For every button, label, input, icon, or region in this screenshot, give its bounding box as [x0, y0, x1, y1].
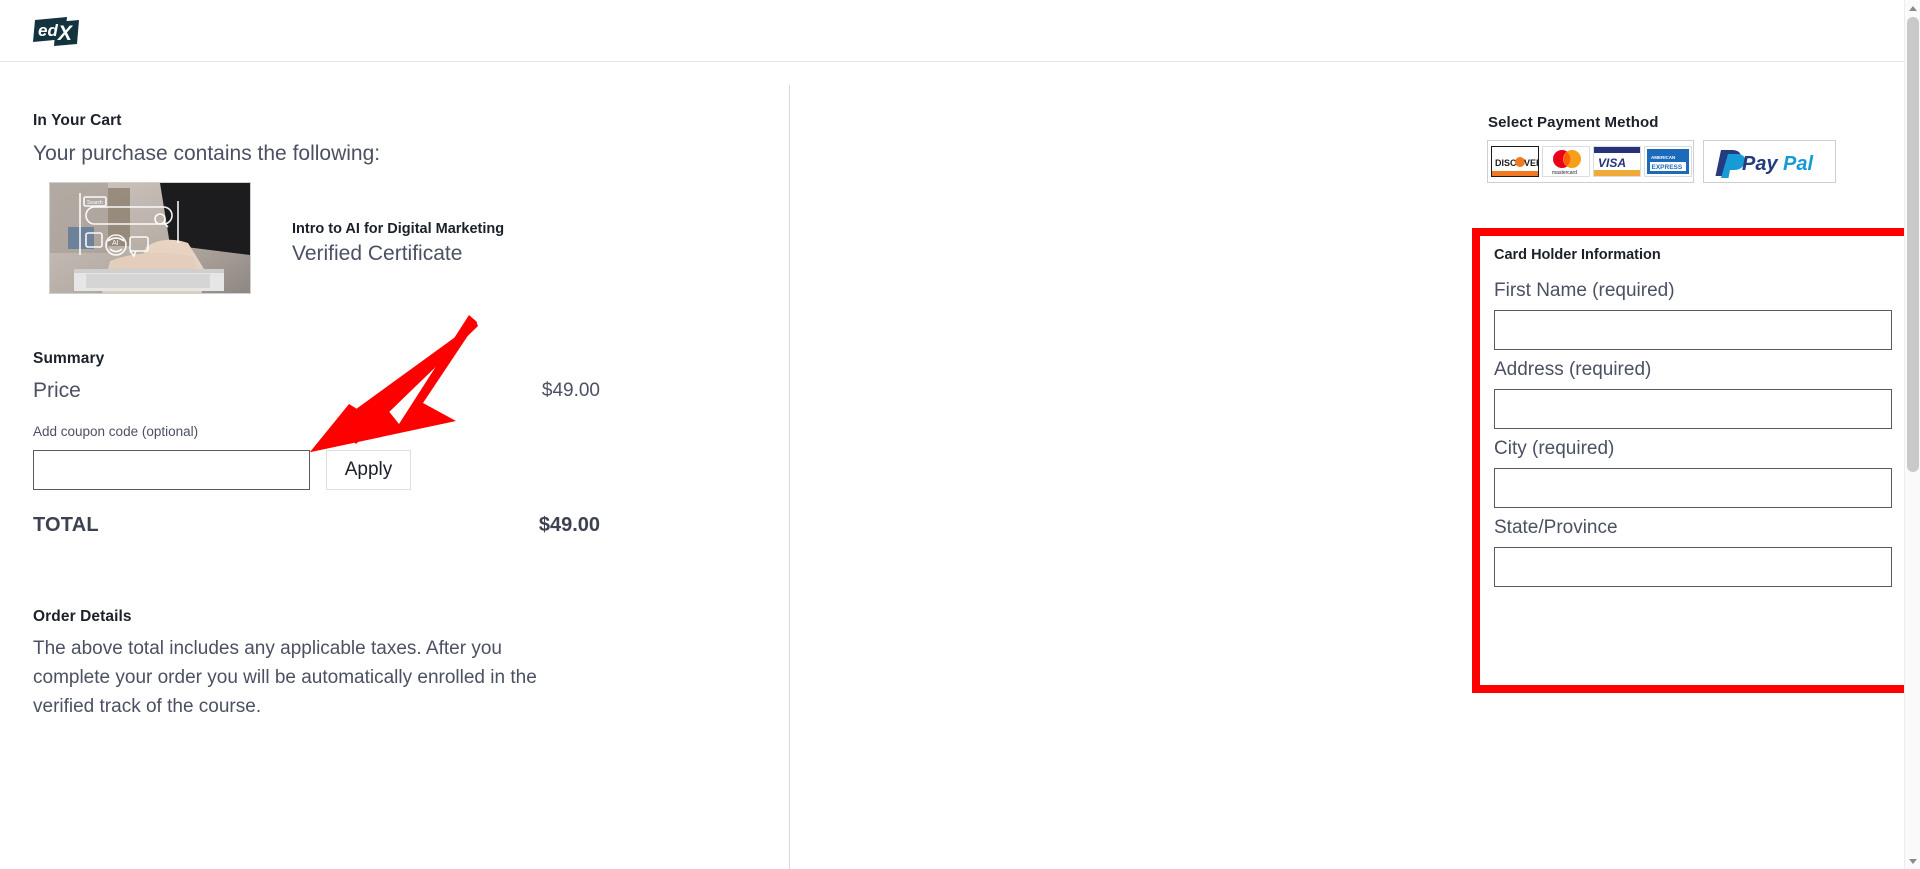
credit-card-option[interactable]: DISC VER mastercard [1487, 140, 1694, 183]
form-cell: State/Province [1494, 514, 1892, 587]
svg-text:mastercard: mastercard [1552, 170, 1577, 176]
form-cell: First Name (required) [1494, 277, 1892, 350]
city-field[interactable] [1494, 468, 1892, 508]
form-row: State/Province Zip/Postal Code [1494, 514, 1920, 587]
order-details-heading: Order Details [33, 608, 132, 625]
edx-logo[interactable]: ed X [33, 15, 82, 46]
page-scrollbar[interactable] [1904, 0, 1920, 869]
checkout-page: ed X In Your Cart Your purchase contains… [0, 0, 1920, 869]
svg-text:AMERICAN: AMERICAN [1651, 155, 1675, 160]
first-name-field[interactable] [1494, 310, 1892, 350]
svg-text:ed: ed [38, 21, 58, 40]
card-holder-form: First Name (required) Last Name (require… [1494, 277, 1920, 593]
apply-coupon-button[interactable]: Apply [326, 450, 411, 490]
address-label: Address (required) [1494, 359, 1652, 380]
form-row: Address (required) Suite/Apartment Numbe… [1494, 356, 1920, 429]
summary-heading: Summary [33, 350, 105, 367]
coupon-code-input[interactable] [33, 450, 310, 490]
card-holder-information-panel: Card Holder Information First Name (requ… [1472, 228, 1920, 693]
total-value: $49.00 [538, 514, 600, 536]
card-holder-information-heading: Card Holder Information [1494, 247, 1661, 263]
form-cell: Address (required) [1494, 356, 1892, 429]
total-label: TOTAL [33, 514, 99, 536]
city-label: City (required) [1494, 438, 1615, 459]
select-payment-method-heading: Select Payment Method [1488, 114, 1659, 131]
coupon-code-label: Add coupon code (optional) [33, 424, 199, 439]
discover-logo-icon: DISC VER [1491, 145, 1539, 178]
paypal-option[interactable]: Pay Pal [1703, 140, 1836, 183]
scrollbar-thumb[interactable] [1907, 17, 1919, 472]
svg-text:VER: VER [1524, 158, 1539, 168]
mastercard-logo-icon: mastercard [1542, 145, 1590, 178]
price-value: $49.00 [541, 380, 600, 401]
course-thumbnail: AI Search [49, 182, 251, 294]
site-header: ed X [0, 0, 1918, 62]
svg-text:Pal: Pal [1783, 153, 1813, 175]
in-cart-heading: In Your Cart [33, 112, 122, 129]
scroll-down-arrow-icon[interactable] [1905, 853, 1920, 869]
payment-column: Select Payment Method DISC VER masterca [790, 62, 1920, 869]
form-row: First Name (required) Last Name (require… [1494, 277, 1920, 350]
paypal-logo-icon: Pay Pal [1715, 149, 1813, 178]
scroll-up-arrow-icon[interactable] [1905, 0, 1920, 16]
svg-text:AI: AI [112, 240, 119, 247]
svg-text:Pay: Pay [1742, 153, 1778, 175]
svg-text:VISA: VISA [1598, 156, 1626, 170]
course-certificate-type: Verified Certificate [292, 242, 463, 265]
order-details-text: The above total includes any applicable … [33, 638, 537, 717]
state-field[interactable] [1494, 547, 1892, 587]
course-title: Intro to AI for Digital Marketing [292, 221, 505, 237]
amex-logo-icon: AMERICAN EXPRESS [1644, 145, 1692, 178]
cart-summary-column: In Your Cart Your purchase contains the … [0, 62, 790, 869]
visa-logo-icon: VISA [1593, 145, 1641, 178]
address-field[interactable] [1494, 389, 1892, 429]
first-name-label: First Name (required) [1494, 280, 1675, 301]
form-row: City (required) Country (required) Choos… [1494, 435, 1920, 508]
svg-text:X: X [57, 22, 74, 45]
form-cell: City (required) [1494, 435, 1892, 508]
state-label: State/Province [1494, 517, 1618, 538]
svg-text:Search: Search [87, 200, 103, 206]
svg-text:DISC: DISC [1495, 158, 1517, 168]
purchase-contains-text: Your purchase contains the following: [33, 142, 381, 165]
price-label: Price [33, 379, 81, 402]
svg-text:EXPRESS: EXPRESS [1652, 164, 1683, 171]
